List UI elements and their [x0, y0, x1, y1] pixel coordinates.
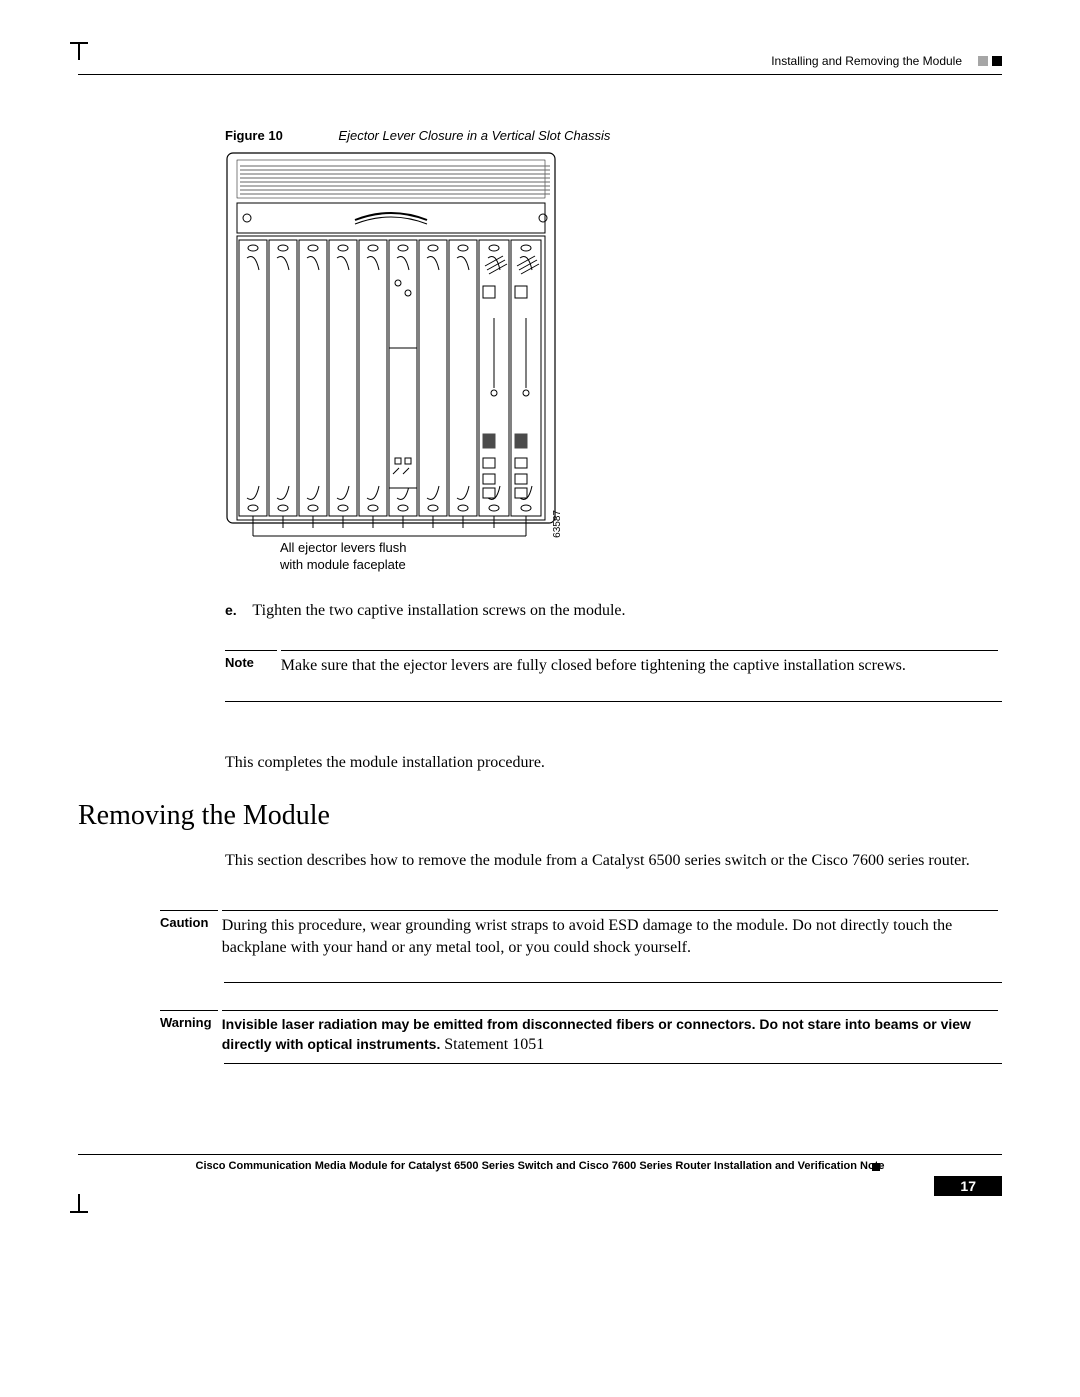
warning-statement: Statement 1051	[444, 1036, 544, 1053]
crop-mark	[70, 1211, 88, 1217]
figure-title: Ejector Lever Closure in a Vertical Slot…	[338, 128, 610, 143]
running-head-text: Installing and Removing the Module	[771, 54, 978, 68]
footer-doc-title: Cisco Communication Media Module for Cat…	[78, 1160, 1002, 1172]
note-label: Note	[225, 650, 277, 670]
footer-rule	[78, 1154, 1002, 1155]
caution-admonition: Caution During this procedure, wear grou…	[160, 910, 1002, 983]
figure-label: Figure 10	[225, 128, 335, 143]
warning-label: Warning	[160, 1010, 218, 1030]
running-header: Installing and Removing the Module	[771, 54, 1002, 68]
caution-text: During this procedure, wear grounding wr…	[222, 910, 998, 958]
step-letter: e.	[225, 602, 249, 618]
warning-admonition: Warning Invisible laser radiation may be…	[160, 1010, 1002, 1064]
complete-text: This completes the module installation p…	[225, 752, 1002, 774]
step-e: e. Tighten the two captive installation …	[225, 600, 1002, 622]
chassis-diagram	[225, 148, 563, 548]
figure-sub-line1: All ejector levers flush	[280, 540, 406, 555]
section-heading: Removing the Module	[78, 800, 330, 832]
figure-caption: Figure 10 Ejector Lever Closure in a Ver…	[225, 128, 610, 143]
warning-rule	[224, 1063, 1002, 1064]
crop-mark	[70, 42, 88, 48]
warning-text: Invisible laser radiation may be emitted…	[222, 1010, 998, 1055]
section-intro: This section describes how to remove the…	[225, 850, 1002, 872]
figure-subcaption: All ejector levers flush with module fac…	[280, 540, 406, 574]
header-decoration	[978, 56, 1002, 66]
figure-sub-line2: with module faceplate	[280, 557, 406, 572]
note-rule	[225, 701, 1002, 702]
decor-square-icon	[978, 56, 988, 66]
crop-mark	[78, 1194, 84, 1212]
warning-bold: Invisible laser radiation may be emitted…	[222, 1016, 971, 1052]
page: Installing and Removing the Module Figur…	[0, 0, 1080, 1397]
decor-square-icon	[992, 56, 1002, 66]
note-text: Make sure that the ejector levers are fu…	[281, 650, 998, 677]
caution-label: Caution	[160, 910, 218, 930]
figure-part-number: 63587	[552, 510, 563, 538]
page-number: 17	[934, 1176, 1002, 1196]
note-admonition: Note Make sure that the ejector levers a…	[225, 650, 1002, 702]
step-text: Tighten the two captive installation scr…	[252, 602, 625, 619]
header-rule	[78, 74, 1002, 75]
caution-rule	[224, 982, 1002, 983]
